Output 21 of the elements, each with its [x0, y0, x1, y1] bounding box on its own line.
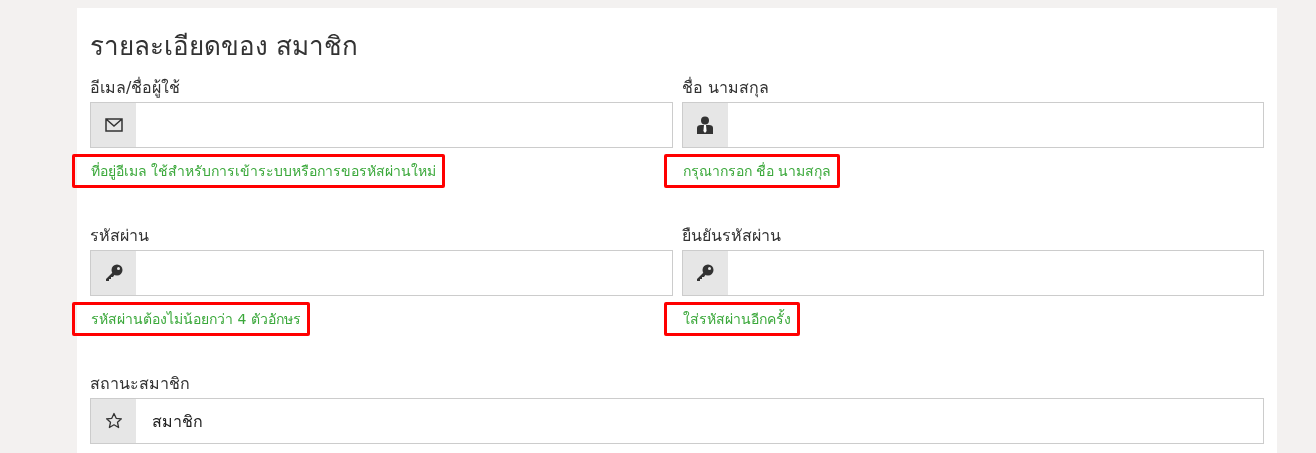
input-field[interactable]	[681, 102, 1264, 148]
help-text: ใส่รหัสผ่านอีกครั้ง	[663, 302, 800, 336]
field-label: ยืนยันรหัสผ่าน	[681, 226, 782, 247]
help-text: กรุณากรอก ชื่อ นามสกุล	[663, 154, 841, 188]
user-icon	[697, 116, 713, 134]
field-value: สมาชิก	[152, 410, 203, 433]
key-icon	[104, 264, 123, 282]
field-label: สถานะสมาชิก	[90, 374, 191, 395]
envelope-icon	[104, 118, 123, 132]
form-title: รายละเอียดของ สมาชิก	[90, 30, 360, 63]
field-label: รหัสผ่าน	[90, 226, 150, 247]
field-label: อีเมล/ชื่อผู้ใช้	[90, 78, 182, 100]
input-field[interactable]	[90, 250, 673, 296]
star-icon	[104, 412, 123, 430]
input-field[interactable]: สมาชิก	[90, 398, 1264, 444]
key-icon	[696, 264, 714, 282]
input-field[interactable]	[90, 102, 673, 148]
field-label: ชื่อ นามสกุล	[681, 78, 770, 100]
input-field[interactable]	[681, 250, 1264, 296]
help-text: ที่อยู่อีเมล ใช้สำหรับการเข้าระบบหรือการขอรหัสผ่านใหม่	[72, 154, 446, 188]
help-text: รหัสผ่านต้องไม่น้อยกว่า 4 ตัวอักษร	[72, 302, 310, 336]
